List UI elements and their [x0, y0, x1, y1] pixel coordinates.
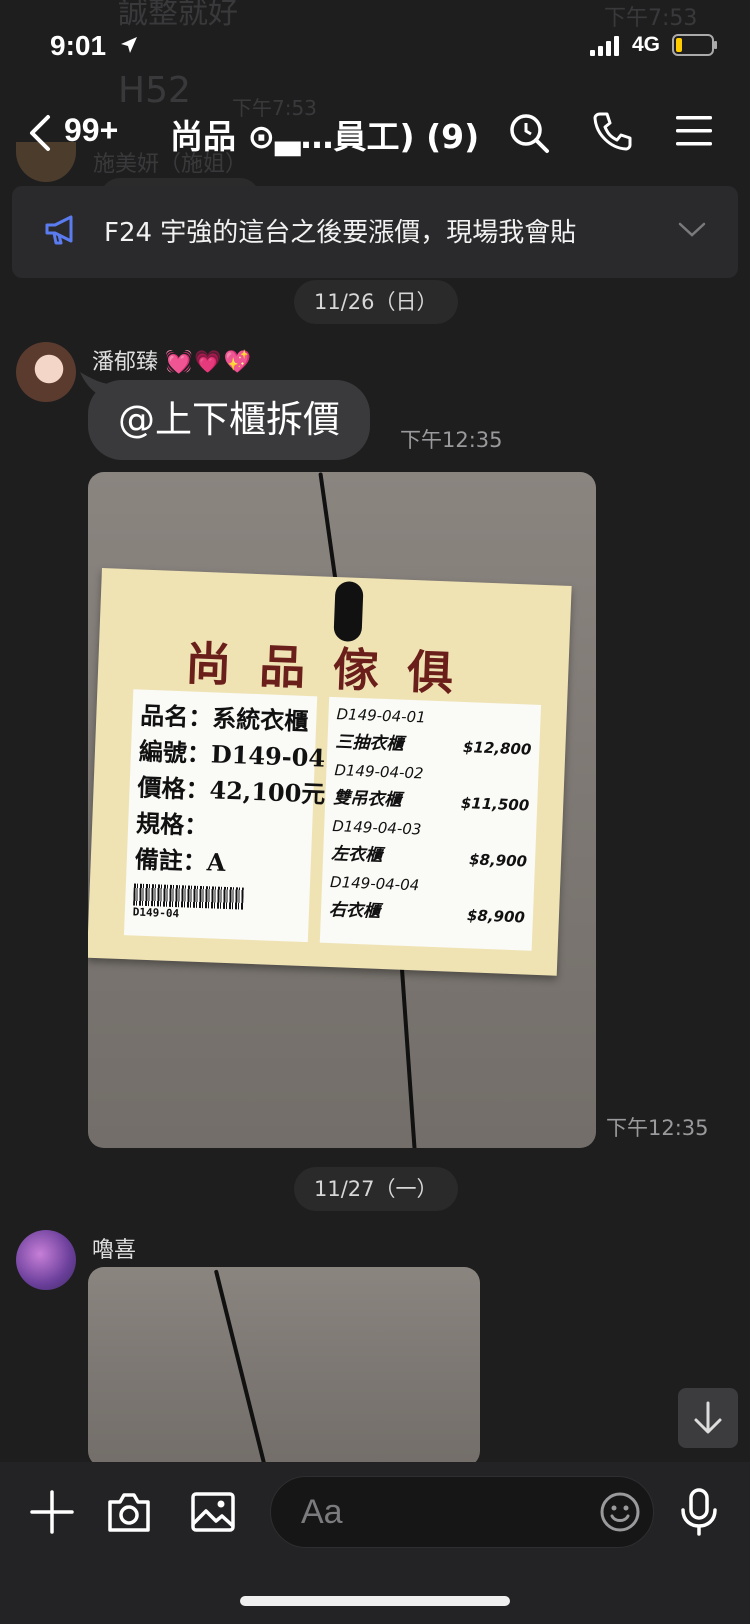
unread-count[interactable]: 99+ [64, 112, 118, 149]
message-time: 下午12:35 [606, 1116, 709, 1140]
status-time: 9:01 [50, 30, 107, 61]
sender-name: 潘郁臻 💓💗💖 [92, 344, 253, 376]
price-tag-card: 尚品傢俱 品名：系統衣櫃 編號：D149-04 價格：42,100元 規格： 備… [88, 568, 572, 976]
message-input-wrap [270, 1476, 654, 1548]
camera-icon[interactable] [106, 1490, 152, 1534]
avatar[interactable] [16, 1230, 76, 1290]
barcode-text: D149-04 [132, 905, 180, 921]
menu-icon[interactable] [676, 114, 712, 148]
phone-call-icon[interactable] [592, 110, 634, 152]
hanging-wire [213, 1269, 267, 1465]
signal-strength-icon [590, 36, 619, 56]
chat-title[interactable]: 尚品 ⊙▃…員工) (9) [170, 110, 479, 158]
megaphone-icon [45, 215, 73, 245]
image-icon[interactable] [190, 1490, 236, 1534]
status-bar: 9:01 4G [0, 0, 750, 92]
sender-heart-emojis: 💓💗💖 [165, 350, 254, 375]
battery-icon [672, 34, 717, 56]
item-price-list: D149-04-01 三抽衣櫃 $12,800 D149-04-02 雙吊衣櫃 $1… [319, 696, 542, 951]
item-price: $8,900 [468, 850, 528, 871]
home-indicator [240, 1596, 510, 1606]
arrow-down-icon [694, 1401, 722, 1434]
message-time: 下午12:35 [400, 428, 503, 452]
back-chevron-icon[interactable] [26, 114, 54, 152]
hanging-wire [318, 472, 338, 582]
date-separator: 11/27（一） [294, 1167, 458, 1211]
item-price: $8,900 [466, 906, 526, 927]
message-input[interactable] [301, 1487, 561, 1537]
sender-name: 嚕喜 [92, 1238, 137, 1263]
search-icon[interactable] [508, 112, 550, 154]
chevron-down-icon[interactable] [678, 220, 706, 240]
message-bubble[interactable]: @上下櫃拆價 [88, 380, 370, 460]
item-price: $11,500 [460, 793, 530, 815]
announcement-text: F24 宇強的這台之後要漲價，現場我會貼 [104, 218, 577, 248]
network-type: 4G [632, 33, 661, 56]
plus-icon[interactable] [30, 1490, 74, 1534]
item-name: 三抽衣櫃 [335, 732, 404, 755]
photo-message[interactable]: 尚品傢俱 品名：系統衣櫃 編號：D149-04 價格：42,100元 規格： 備… [88, 472, 596, 1148]
date-separator: 11/26（日） [294, 280, 458, 324]
item-row: 右衣櫃 $8,900 [328, 893, 526, 934]
location-arrow-icon [121, 37, 137, 53]
item-name: 雙吊衣櫃 [332, 788, 402, 811]
scroll-to-bottom-button[interactable] [678, 1388, 738, 1448]
microphone-icon[interactable] [678, 1488, 720, 1536]
item-name: 右衣櫃 [328, 899, 381, 922]
item-price: $12,800 [462, 737, 532, 759]
product-label: 品名：系統衣櫃 編號：D149-04 價格：42,100元 規格： 備註：A D… [123, 689, 326, 943]
emoji-icon[interactable] [599, 1491, 641, 1533]
item-name: 左衣櫃 [330, 844, 383, 866]
announcement-banner[interactable]: F24 宇強的這台之後要漲價，現場我會貼 [12, 186, 738, 278]
photo-message[interactable] [88, 1267, 480, 1467]
chat-header: 99+ 尚品 ⊙▃…員工) (9) [0, 100, 750, 166]
avatar[interactable] [16, 342, 76, 402]
product-note-row: 備註：A [134, 844, 226, 877]
hanging-wire [399, 960, 417, 1148]
